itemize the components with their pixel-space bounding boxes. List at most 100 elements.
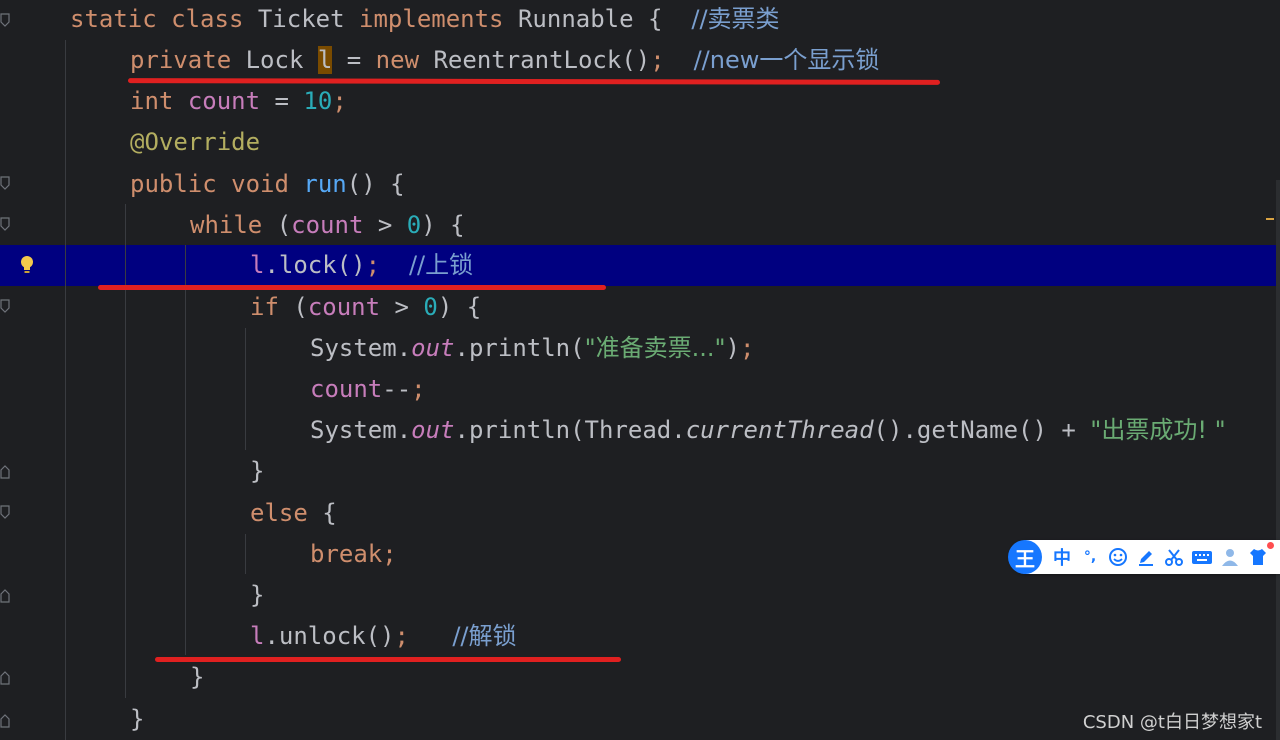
code-line-10[interactable]: count--; — [310, 369, 426, 410]
punctuation: ( — [293, 293, 308, 321]
fold-end-marker-icon[interactable] — [0, 463, 10, 479]
method-call: ().getName() + — [873, 416, 1091, 444]
code-line-8[interactable]: if (count > 0) { — [250, 287, 481, 328]
semicolon: ; — [739, 334, 755, 362]
code-line-15[interactable]: } — [250, 575, 264, 616]
semicolon: ; — [365, 251, 381, 279]
keyword: else — [250, 499, 308, 527]
code-line-12[interactable]: } — [250, 451, 264, 492]
annotation: @Override — [130, 128, 261, 156]
code-line-18[interactable]: } — [130, 699, 144, 740]
comment: //new一个显示锁 — [693, 46, 880, 74]
fold-marker-icon[interactable] — [0, 299, 10, 315]
code-editor[interactable]: static class Ticket implements Runnable … — [0, 0, 1280, 740]
keyword: public — [130, 170, 217, 198]
brace: } — [250, 581, 265, 609]
static-field: out — [411, 334, 455, 362]
method-call: .println(Thread. — [454, 416, 686, 444]
indent-guide — [125, 204, 126, 698]
operator: = — [346, 46, 362, 74]
keyword: while — [190, 211, 263, 239]
comment: //上锁 — [408, 251, 474, 279]
field-name: count — [291, 211, 364, 239]
code-line-9[interactable]: System.out.println("准备卖票..."); — [310, 328, 754, 369]
method-call: .unlock() — [264, 622, 395, 650]
fold-end-marker-icon[interactable] — [0, 587, 10, 603]
editor-gutter — [0, 0, 40, 740]
indent-guide — [245, 534, 246, 574]
operator: -- — [382, 375, 412, 403]
code-line-11[interactable]: System.out.println(Thread.currentThread(… — [310, 410, 1226, 451]
vertical-scrollbar[interactable] — [1276, 180, 1280, 740]
code-line-16[interactable]: l.unlock(); //解锁 — [250, 616, 516, 657]
brace: } — [190, 663, 205, 691]
keyword: if — [250, 293, 279, 321]
comment: //解锁 — [452, 622, 517, 650]
method-name: run — [303, 170, 347, 198]
field-name: count — [187, 87, 261, 115]
ime-punctuation-button[interactable]: °, — [1076, 543, 1104, 571]
code-line-6[interactable]: while (count > 0) { — [190, 205, 465, 246]
static-method-call: currentThread — [685, 416, 874, 444]
method-call: .println( — [454, 334, 585, 362]
semicolon: ; — [394, 622, 409, 650]
variable: l — [250, 622, 265, 650]
brace: } — [130, 705, 145, 733]
keyword: int — [130, 87, 174, 115]
number: 0 — [423, 293, 438, 321]
ime-logo[interactable]: 王 — [1008, 540, 1042, 574]
smile-icon[interactable] — [1104, 543, 1132, 571]
scissors-icon[interactable] — [1160, 543, 1188, 571]
type-name: Lock — [245, 46, 304, 74]
code-line-2[interactable]: private Lock l = new ReentrantLock(); //… — [130, 40, 879, 81]
fold-marker-icon[interactable] — [0, 217, 10, 233]
ime-mode-button[interactable]: 中 — [1048, 543, 1076, 571]
annotation-underline — [155, 657, 621, 662]
number: 10 — [303, 87, 333, 115]
punctuation: ) — [725, 334, 740, 362]
class-name: Ticket — [257, 5, 345, 33]
code-line-5[interactable]: public void run() { — [130, 164, 405, 205]
ime-toolbar[interactable]: 王 中 °, — [1008, 540, 1280, 574]
semicolon: ; — [382, 540, 397, 568]
indent-guide — [65, 40, 66, 740]
semicolon: ; — [411, 375, 426, 403]
keyword: private — [130, 46, 232, 74]
user-icon[interactable] — [1216, 543, 1244, 571]
warning-stripe-marker[interactable] — [1266, 218, 1274, 220]
fold-marker-icon[interactable] — [0, 505, 10, 521]
indent-guide — [185, 245, 186, 655]
operator: = — [274, 87, 289, 115]
class-ref: System. — [310, 416, 412, 444]
field-name: count — [307, 293, 381, 321]
code-line-4[interactable]: @Override — [130, 122, 260, 163]
comment: //卖票类 — [691, 5, 780, 33]
variable: l — [317, 46, 333, 74]
fold-end-marker-icon[interactable] — [0, 712, 10, 728]
semicolon: ; — [650, 46, 665, 74]
notification-dot — [1267, 542, 1274, 549]
keyword: static — [70, 5, 157, 33]
interface-name: Runnable — [517, 5, 634, 33]
keyword: void — [231, 170, 289, 198]
punctuation: ) { — [421, 211, 465, 239]
code-line-1[interactable]: static class Ticket implements Runnable … — [70, 0, 780, 40]
code-line-17[interactable]: } — [190, 657, 204, 698]
code-line-14[interactable]: break; — [310, 534, 397, 575]
watermark: CSDN @t白日梦想家t — [1082, 712, 1262, 733]
punctuation: () { — [346, 170, 405, 198]
static-field: out — [411, 416, 455, 444]
fold-end-marker-icon[interactable] — [0, 669, 10, 685]
keyword: new — [375, 46, 420, 74]
code-line-7[interactable]: l.lock(); //上锁 — [250, 245, 473, 286]
fold-marker-icon[interactable] — [0, 13, 10, 29]
keyboard-icon[interactable] — [1188, 543, 1216, 571]
fold-marker-icon[interactable] — [0, 176, 10, 192]
code-line-13[interactable]: else { — [250, 493, 337, 534]
method-call: .lock() — [264, 251, 366, 279]
code-line-3[interactable]: int count = 10; — [130, 81, 347, 122]
indent-guide — [245, 328, 246, 450]
pen-icon[interactable] — [1132, 543, 1160, 571]
lightbulb-icon[interactable] — [18, 253, 36, 273]
operator: > — [394, 293, 409, 321]
